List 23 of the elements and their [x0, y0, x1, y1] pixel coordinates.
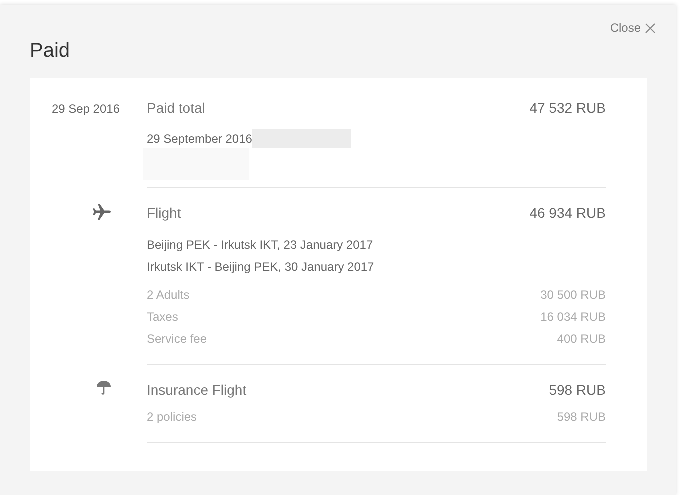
line-label: 2 Adults: [147, 287, 190, 304]
line-amount: 598 RUB: [557, 409, 606, 426]
route-text: Irkutsk IKT - Beijing PEK, 30 January 2017: [147, 259, 376, 276]
close-button[interactable]: Close: [610, 21, 656, 35]
section-amount: 46 934 RUB: [530, 204, 606, 223]
line-label: Service fee: [147, 331, 208, 348]
line-amount: 400 RUB: [557, 331, 606, 348]
payment-date: 29 Sep 2016: [50, 101, 120, 118]
dialog-title: Paid: [30, 39, 70, 64]
payment-amount: 47 532 RUB: [530, 100, 606, 116]
section-title: Flight: [147, 204, 182, 223]
section-title: Insurance Flight: [147, 381, 247, 400]
umbrella-icon: [96, 380, 112, 396]
route-text: Beijing PEK - Irkutsk IKT, 23 January 2017: [147, 237, 374, 254]
airplane-icon: [92, 203, 112, 221]
section-amount: 598 RUB: [549, 381, 606, 400]
line-label: 2 policies: [147, 409, 198, 426]
line-amount: 16 034 RUB: [540, 309, 606, 326]
line-amount: 30 500 RUB: [540, 287, 606, 304]
close-icon: [645, 22, 656, 34]
line-label: Taxes: [147, 309, 178, 326]
payment-date-detail: 29 September 2016: [147, 132, 252, 146]
payment-label: Paid total: [147, 100, 206, 116]
